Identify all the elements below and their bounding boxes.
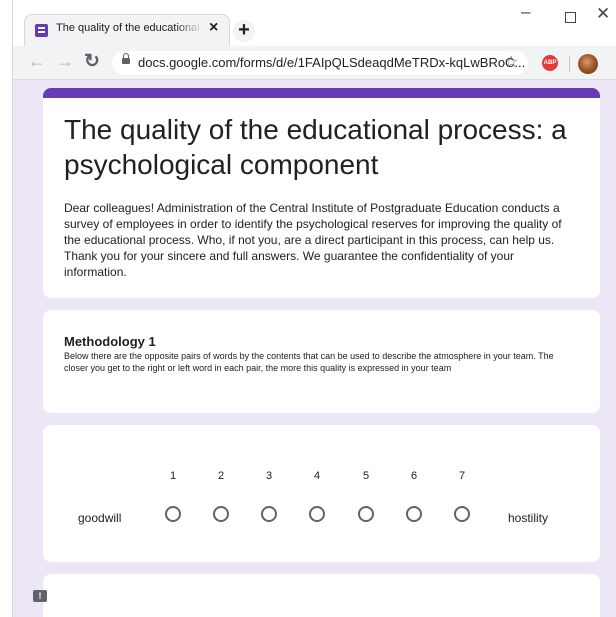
scale-number: 2 [217,470,225,482]
browser-tab[interactable]: The quality of the educational process: … [24,14,230,46]
form-header-card: The quality of the educational process: … [43,88,600,298]
maximize-button[interactable] [565,12,576,23]
scale-number: 1 [169,470,177,482]
scale-low-label: goodwill [78,511,122,525]
lock-icon [122,53,130,64]
bookmark-star-icon[interactable]: ☆ [504,52,518,72]
browser-toolbar: ← → ↻ docs.google.com/forms/d/e/1FAIpQLS… [12,46,616,80]
back-button[interactable]: ← [28,51,46,72]
browser-menu-icon[interactable]: ⋮ [612,56,616,76]
forms-favicon-icon [35,24,48,37]
form-title: The quality of the educational process: … [64,114,567,180]
linear-scale-question: goodwill 1 2 3 4 5 6 7 hostility [43,425,600,562]
section-card: Methodology 1 Below there are the opposi… [43,310,600,413]
scale-radio-2[interactable] [213,506,229,522]
url-text: docs.google.com/forms/d/e/1FAIpQLSdeaqdM… [138,55,526,70]
scale-number: 7 [458,470,466,482]
section-title: Methodology 1 [64,334,156,349]
browser-titlebar: The quality of the educational process: … [0,0,616,46]
scale-radio-5[interactable] [358,506,374,522]
forward-button[interactable]: → [56,51,74,72]
tab-close-icon[interactable]: × [209,19,218,37]
reload-button[interactable]: ↻ [84,50,100,73]
adblock-extension-icon[interactable]: ABP [542,55,558,71]
scale-number: 5 [362,470,370,482]
form-page: The quality of the educational process: … [13,80,616,617]
report-feedback-icon[interactable]: ! [33,590,47,602]
scale-radio-3[interactable] [261,506,277,522]
minimize-button[interactable]: – [521,2,530,22]
scale-radio-4[interactable] [309,506,325,522]
next-question-card [43,574,600,617]
scale-radio-6[interactable] [406,506,422,522]
scale-number: 3 [265,470,273,482]
profile-avatar[interactable] [578,54,598,74]
scale-number: 6 [410,470,418,482]
scale-radio-7[interactable] [454,506,470,522]
new-tab-button[interactable]: + [233,20,255,42]
scale-high-label: hostility [508,511,549,525]
section-description: Below there are the opposite pairs of wo… [64,351,554,373]
scale-radio-1[interactable] [165,506,181,522]
scale-number: 4 [313,470,321,482]
form-description: Dear colleagues! Administration of the C… [64,201,562,279]
address-bar[interactable]: docs.google.com/forms/d/e/1FAIpQLSdeaqdM… [112,51,528,75]
close-window-button[interactable]: ✕ [596,4,610,24]
